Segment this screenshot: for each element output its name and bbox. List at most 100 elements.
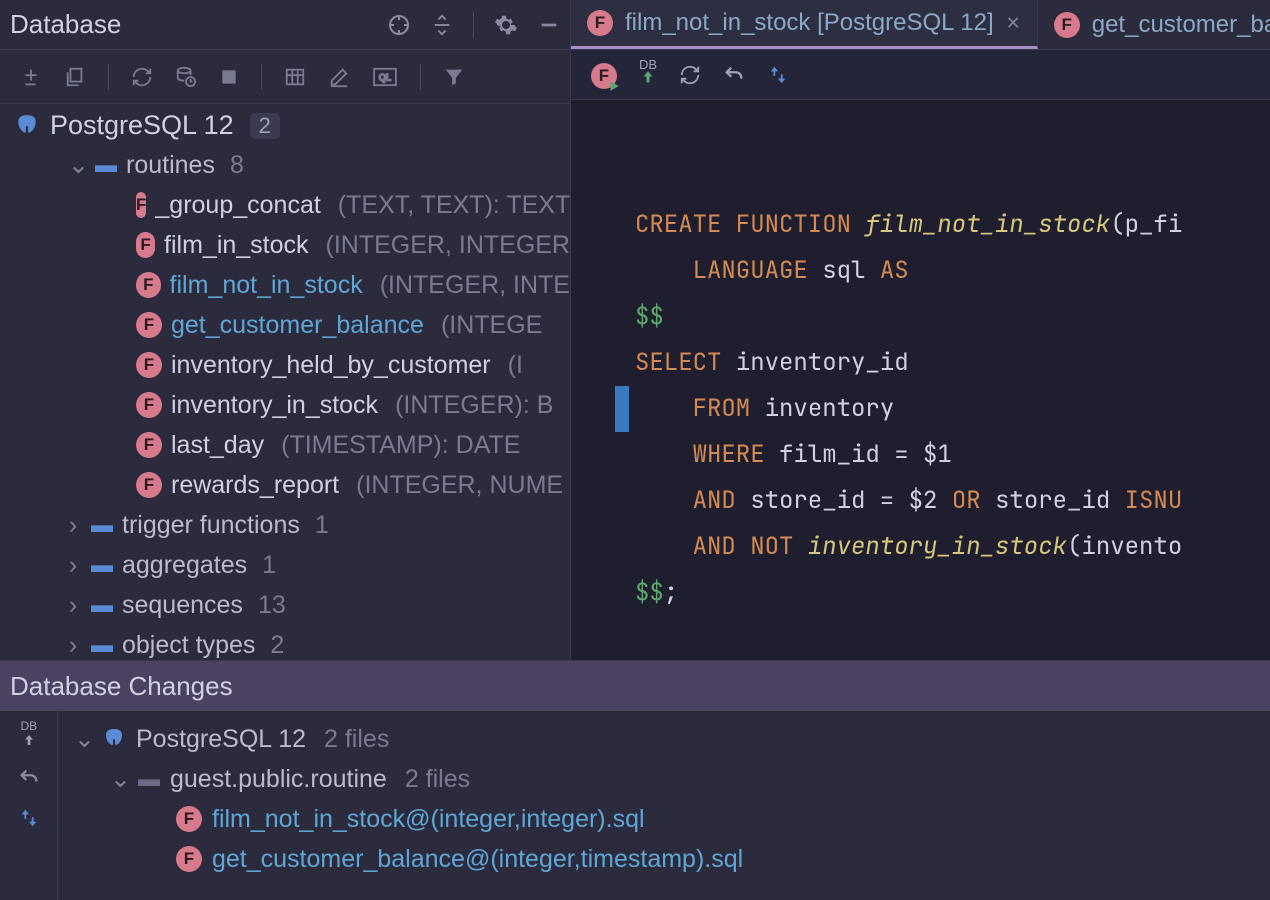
panel-title: Database Changes <box>0 661 1270 711</box>
revert-icon[interactable] <box>18 767 40 789</box>
folder-icon: ▬ <box>91 552 113 578</box>
routine-name: film_not_in_stock <box>170 271 363 300</box>
chevron-down-icon: ⌄ <box>110 764 128 794</box>
tree-routine[interactable]: Finventory_in_stock(INTEGER): B <box>8 385 570 425</box>
routine-name: last_day <box>171 431 264 460</box>
gear-icon[interactable] <box>494 13 518 37</box>
folder-count: 13 <box>258 591 286 620</box>
tree-folder[interactable]: ›▬trigger functions1 <box>8 505 570 545</box>
run-icon[interactable]: F <box>591 60 617 89</box>
separator <box>420 64 421 90</box>
stop-icon[interactable] <box>219 67 239 87</box>
datasource-badge: 2 <box>250 113 280 139</box>
sidebar-header: Database <box>0 0 570 50</box>
folder-label: sequences <box>122 591 243 620</box>
tree-routine[interactable]: Fget_customer_balance(INTEGE <box>8 305 570 345</box>
svg-text:QL: QL <box>379 72 391 82</box>
routine-name: film_in_stock <box>164 231 309 260</box>
edit-icon[interactable] <box>328 66 350 88</box>
function-icon: F <box>176 806 202 832</box>
changes-folder-name: guest.public.routine <box>170 765 387 794</box>
datasource-name: PostgreSQL 12 <box>50 110 234 141</box>
code-line: LANGUAGE sql AS <box>635 255 909 286</box>
change-marker <box>615 386 629 432</box>
chevron-right-icon: › <box>64 551 82 580</box>
code-line <box>635 623 649 654</box>
code-line: AND NOT inventory_in_stock(invento <box>635 531 1182 562</box>
datasource-row[interactable]: PostgreSQL 12 2 <box>0 104 570 143</box>
folder-label: aggregates <box>122 551 247 580</box>
diff-icon[interactable] <box>767 64 789 86</box>
editor-tab[interactable]: F film_not_in_stock [PostgreSQL 12] ✕ <box>571 0 1038 49</box>
refresh-icon[interactable] <box>131 66 153 88</box>
database-changes-panel: Database Changes DB ⌄ PostgreSQL 12 2 fi… <box>0 660 1270 900</box>
code-line: FROM inventory <box>635 393 894 424</box>
routine-sig: (INTEGE <box>441 311 542 340</box>
folder-label: trigger functions <box>122 511 300 540</box>
editor-toolbar: F DB <box>571 50 1270 100</box>
folder-count: 1 <box>262 551 276 580</box>
routine-sig: (INTEGER, INTEGER <box>326 231 570 260</box>
folder-label: object types <box>122 631 255 660</box>
folder-count: 2 <box>270 631 284 660</box>
changes-db-row[interactable]: ⌄ PostgreSQL 12 2 files <box>68 719 1270 759</box>
undo-icon[interactable] <box>723 64 745 86</box>
changed-file-row[interactable]: F get_customer_balance@(integer,timestam… <box>68 839 1270 879</box>
folder-icon: ▬ <box>91 632 113 658</box>
folder-icon: ▬ <box>138 766 160 792</box>
function-icon: F <box>136 352 162 378</box>
routine-sig: (INTEGER): B <box>395 391 553 420</box>
changed-file-name: get_customer_balance@(integer,timestamp)… <box>212 845 743 874</box>
editor-tab[interactable]: F get_customer_ba <box>1038 0 1270 49</box>
diff-icon[interactable] <box>18 807 40 829</box>
changes-folder-count: 2 files <box>405 765 470 794</box>
code-line: AND store_id = $2 OR store_id ISNU <box>635 485 1182 516</box>
code-editor[interactable]: CREATE FUNCTION film_not_in_stock(p_fi L… <box>571 100 1270 660</box>
tree-routines-folder[interactable]: ⌄ ▬ routines 8 <box>8 145 570 185</box>
function-icon: F <box>136 432 162 458</box>
separator <box>108 64 109 90</box>
routine-sig: (I <box>508 351 523 380</box>
changed-file-row[interactable]: F film_not_in_stock@(integer,integer).sq… <box>68 799 1270 839</box>
code-line: CREATE FUNCTION film_not_in_stock(p_fi <box>635 209 1182 240</box>
db-upload-icon[interactable]: DB <box>639 63 657 87</box>
add-icon[interactable] <box>20 66 42 88</box>
editor-tabs: F film_not_in_stock [PostgreSQL 12] ✕ F … <box>571 0 1270 50</box>
table-icon[interactable] <box>284 66 306 88</box>
tree-folder[interactable]: › ▬ object types 2 <box>8 625 570 660</box>
minimize-icon[interactable] <box>538 14 560 36</box>
chevron-right-icon: › <box>64 631 82 660</box>
changes-tree: ⌄ PostgreSQL 12 2 files ⌄ ▬ guest.public… <box>58 711 1270 900</box>
code-line: $$ <box>635 301 664 332</box>
db-submit-icon[interactable]: DB <box>21 723 37 749</box>
tree-folder[interactable]: › ▬ aggregates 1 <box>8 545 570 585</box>
folder-label: routines <box>126 151 215 180</box>
close-icon[interactable]: ✕ <box>1006 13 1021 34</box>
function-icon: F <box>176 846 202 872</box>
tree-routine[interactable]: Ffilm_in_stock (INTEGER, INTEGER <box>8 225 570 265</box>
console-icon[interactable]: QL <box>372 67 398 87</box>
function-icon: F <box>136 472 162 498</box>
tree-routine[interactable]: Ffilm_not_in_stock(INTEGER, INTE <box>8 265 570 305</box>
chevron-down-icon: ⌄ <box>68 150 86 180</box>
tree-folder[interactable]: ›▬sequences13 <box>8 585 570 625</box>
routine-name: rewards_report <box>171 471 339 500</box>
tree-routine[interactable]: Flast_day(TIMESTAMP): DATE <box>8 425 570 465</box>
folder-icon: ▬ <box>91 592 113 618</box>
postgres-icon <box>14 113 40 139</box>
function-icon: F <box>136 232 155 258</box>
collapse-icon[interactable] <box>431 14 453 36</box>
sidebar-title: Database <box>10 9 121 40</box>
tree-routine[interactable]: F_group_concat(TEXT, TEXT): TEXT <box>8 185 570 225</box>
tree-routine[interactable]: Frewards_report(INTEGER, NUME <box>8 465 570 505</box>
tree-routine[interactable]: Finventory_held_by_customer(I <box>8 345 570 385</box>
target-icon[interactable] <box>387 13 411 37</box>
separator <box>261 64 262 90</box>
changes-folder-row[interactable]: ⌄ ▬ guest.public.routine 2 files <box>68 759 1270 799</box>
db-refresh-icon[interactable] <box>175 66 197 88</box>
function-icon: F <box>136 192 146 218</box>
refresh-icon[interactable] <box>679 64 701 86</box>
duplicate-icon[interactable] <box>64 66 86 88</box>
filter-icon[interactable] <box>443 66 465 88</box>
routine-sig: (INTEGER, INTE <box>380 271 570 300</box>
